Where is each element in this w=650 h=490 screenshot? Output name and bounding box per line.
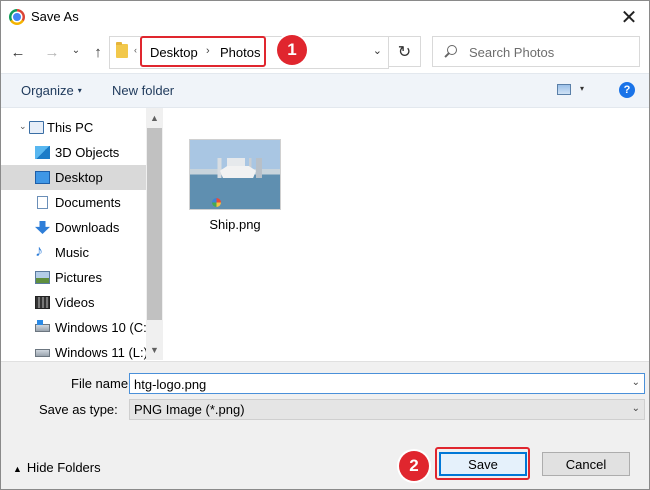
navigation-pane: ⌄ This PC 3D Objects Desktop Documents D… <box>1 108 146 360</box>
sidebar-item-this-pc[interactable]: ⌄ This PC <box>1 115 146 140</box>
up-folder-button[interactable]: ↑ <box>87 41 109 63</box>
sidebar-item-label: 3D Objects <box>55 145 120 160</box>
savetype-select[interactable]: PNG Image (*.png) ⌄ <box>129 399 645 420</box>
image-thumbnail[interactable] <box>189 139 281 210</box>
sidebar-item-3d-objects[interactable]: 3D Objects <box>1 140 146 165</box>
sidebar-item-label: Pictures <box>55 270 102 285</box>
address-bar[interactable]: ‹ Desktop › Photos ⌄ <box>109 36 389 69</box>
back-button[interactable]: ← <box>7 41 29 63</box>
caret-down-icon: ▾ <box>77 86 82 95</box>
save-form: File name: ⌄ Save as type: PNG Image (*.… <box>1 361 649 430</box>
sidebar-item-pictures[interactable]: Pictures <box>1 265 146 290</box>
breadcrumb-highlight-box <box>140 36 266 67</box>
organize-label: Organize <box>21 83 74 98</box>
picture-icon <box>35 271 50 284</box>
file-list: Ship.png <box>165 108 649 360</box>
sidebar-item-drive-c[interactable]: Windows 10 (C:) <box>1 315 146 340</box>
film-icon <box>35 296 50 309</box>
sidebar-item-downloads[interactable]: Downloads <box>1 215 146 240</box>
cancel-button[interactable]: Cancel <box>542 452 630 476</box>
sidebar-item-label: Windows 11 (L:) <box>55 345 146 360</box>
sidebar-item-label: Documents <box>55 195 121 210</box>
download-arrow-icon <box>35 221 50 234</box>
organize-menu[interactable]: Organize ▾ <box>21 83 82 98</box>
desktop-icon <box>35 171 50 184</box>
filename-label: File name: <box>71 376 132 391</box>
scroll-thumb[interactable] <box>147 128 162 320</box>
view-caret-icon[interactable]: ▾ <box>580 84 584 93</box>
sidebar-item-label: Videos <box>55 295 95 310</box>
computer-icon <box>29 121 44 134</box>
window-title: Save As <box>31 9 79 24</box>
toolbar: Organize ▾ New folder ▾ ? <box>1 73 649 108</box>
savetype-value: PNG Image (*.png) <box>134 402 245 417</box>
search-box[interactable] <box>432 36 640 67</box>
document-icon <box>37 196 48 209</box>
sidebar-item-label: Windows 10 (C:) <box>55 320 146 335</box>
annotation-badge-2: 2 <box>399 451 429 481</box>
caret-up-icon: ▲ <box>13 464 22 474</box>
scroll-down-icon[interactable]: ▼ <box>146 342 163 358</box>
sidebar-item-label: Downloads <box>55 220 120 235</box>
sidebar-scrollbar[interactable]: ▲ ▼ <box>146 108 163 360</box>
close-button[interactable]: ✕ <box>609 1 649 33</box>
save-as-dialog: Save As ✕ ← → ⌄ ↑ ‹ Desktop › Photos ⌄ 1… <box>0 0 650 490</box>
view-options-icon[interactable] <box>557 84 571 95</box>
sidebar-item-desktop[interactable]: Desktop <box>1 165 146 190</box>
drive-icon <box>35 320 50 332</box>
hide-folders-label: Hide Folders <box>26 460 101 475</box>
folder-icon <box>116 42 128 58</box>
thumbnail-ship <box>220 166 256 178</box>
search-icon <box>447 45 457 55</box>
sidebar-item-drive-l[interactable]: Windows 11 (L:) <box>1 340 146 360</box>
scroll-up-icon[interactable]: ▲ <box>146 110 163 126</box>
music-note-icon <box>35 243 50 261</box>
annotation-badge-1: 1 <box>277 35 307 65</box>
address-dropdown-icon[interactable]: ⌄ <box>373 44 382 57</box>
sidebar-item-documents[interactable]: Documents <box>1 190 146 215</box>
hide-folders-toggle[interactable]: ▲ Hide Folders <box>13 460 101 475</box>
address-row: ← → ⌄ ↑ ‹ Desktop › Photos ⌄ 1 ↻ <box>1 35 649 71</box>
chevron-down-icon[interactable]: ⌄ <box>632 377 640 388</box>
savetype-label: Save as type: <box>39 402 118 417</box>
cube-icon <box>35 146 50 159</box>
refresh-button[interactable]: ↻ <box>389 36 421 67</box>
chevron-down-icon[interactable]: ⌄ <box>632 403 640 414</box>
file-name-label[interactable]: Ship.png <box>189 217 281 232</box>
chrome-icon <box>9 9 25 25</box>
search-input[interactable] <box>469 43 629 61</box>
sidebar-item-videos[interactable]: Videos <box>1 290 146 315</box>
filename-input[interactable] <box>134 376 614 392</box>
sidebar-item-music[interactable]: Music <box>1 240 146 265</box>
breadcrumb-separator-icon: ‹ <box>134 45 137 55</box>
sidebar-item-label: Music <box>55 245 89 260</box>
forward-button[interactable]: → <box>41 41 63 63</box>
filename-field[interactable]: ⌄ <box>129 373 645 394</box>
save-button[interactable]: Save <box>439 452 527 476</box>
sidebar-item-label: Desktop <box>55 170 103 185</box>
recent-locations-button[interactable]: ⌄ <box>65 39 87 61</box>
sidebar-item-label: This PC <box>47 120 94 135</box>
drive-icon <box>35 349 50 357</box>
title-bar: Save As ✕ <box>1 1 649 33</box>
dialog-footer: ▲ Hide Folders 2 Save Cancel <box>1 430 649 489</box>
new-folder-button[interactable]: New folder <box>112 83 174 98</box>
image-app-badge-icon <box>212 198 221 207</box>
expand-chevron-icon[interactable]: ⌄ <box>19 121 27 132</box>
help-icon[interactable]: ? <box>619 82 635 98</box>
